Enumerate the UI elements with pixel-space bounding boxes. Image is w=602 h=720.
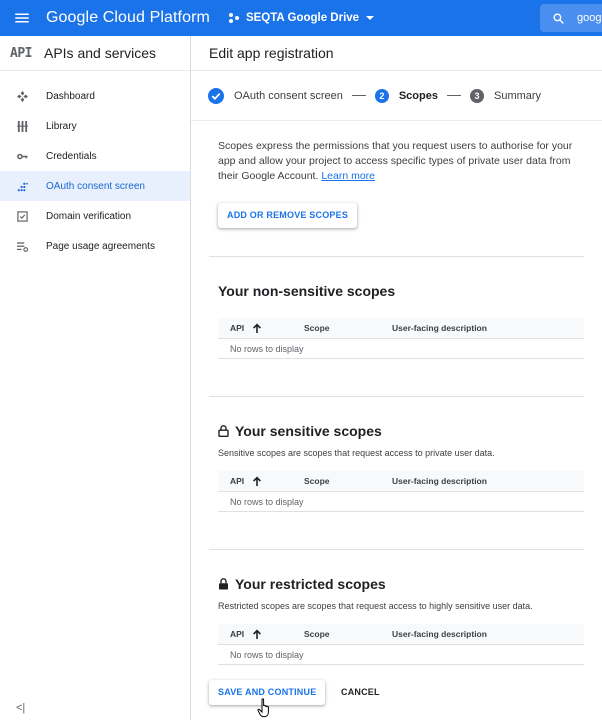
scopes-table-non-sensitive: API Scope User-facing description No row…	[218, 318, 584, 359]
column-header-scope: Scope	[304, 476, 330, 486]
intro-text: Scopes express the permissions that you …	[218, 140, 573, 182]
section-divider	[209, 549, 584, 550]
column-header-scope: Scope	[304, 323, 330, 333]
step-number-badge: 3	[469, 88, 484, 103]
section-divider	[209, 256, 584, 257]
sidebar-item-oauth-consent-screen[interactable]: OAuth consent screen	[0, 171, 190, 201]
sidebar-item-page-usage-agreements[interactable]: Page usage agreements	[0, 231, 190, 261]
collapse-icon[interactable]: <|	[16, 702, 25, 714]
column-header-api[interactable]: API	[230, 629, 262, 639]
sidebar-item-dashboard[interactable]: Dashboard	[0, 81, 190, 111]
arrow-up-icon	[253, 323, 262, 333]
main-content: Edit app registration OAuth consent scre…	[191, 36, 602, 720]
menu-icon[interactable]	[0, 0, 44, 36]
column-header-description: User-facing description	[392, 476, 487, 486]
learn-more-link[interactable]: Learn more	[321, 170, 375, 182]
table-header: API Scope User-facing description	[218, 471, 584, 492]
settings-list-icon	[16, 241, 28, 252]
table-header: API Scope User-facing description	[218, 318, 584, 339]
sidebar-item-label: OAuth consent screen	[46, 180, 145, 192]
empty-table-message: No rows to display	[218, 492, 584, 512]
sidebar-item-label: Library	[46, 120, 77, 132]
step-connector	[446, 95, 461, 96]
column-header-description: User-facing description	[392, 629, 487, 639]
sidebar-header: API APIs and services	[0, 36, 190, 71]
api-logo: API	[10, 45, 32, 61]
sidebar-item-domain-verification[interactable]: Domain verification	[0, 201, 190, 231]
sidebar-item-credentials[interactable]: Credentials	[0, 141, 190, 171]
column-header-scope: Scope	[304, 629, 330, 639]
lock-open-icon	[218, 425, 229, 437]
step-number-badge: 2	[374, 88, 389, 103]
key-icon	[16, 153, 28, 159]
step-connector	[351, 95, 366, 96]
step-scopes[interactable]: Scopes	[399, 90, 438, 102]
check-circle-icon	[208, 87, 224, 104]
project-icon	[228, 13, 239, 23]
scopes-table-sensitive: API Scope User-facing description No row…	[218, 471, 584, 512]
scopes-table-restricted: API Scope User-facing description No row…	[218, 624, 584, 665]
checkbox-icon	[16, 210, 28, 222]
sidebar-item-label: Dashboard	[46, 90, 95, 102]
stepper: OAuth consent screen 2 Scopes 3 Summary	[191, 71, 602, 121]
section-description: Sensitive scopes are scopes that request…	[218, 448, 495, 458]
column-header-api[interactable]: API	[230, 323, 262, 333]
arrow-up-icon	[253, 629, 262, 639]
search-icon	[553, 12, 564, 24]
section-title-sensitive: Your sensitive scopes	[218, 423, 584, 439]
sidebar-item-label: Page usage agreements	[46, 240, 155, 252]
scopes-intro: Scopes express the permissions that you …	[218, 139, 584, 184]
section-title: Your non-sensitive scopes	[218, 283, 396, 299]
column-header-description: User-facing description	[392, 323, 487, 333]
section-title-restricted: Your restricted scopes	[218, 576, 584, 592]
top-app-bar: Google Cloud Platform SEQTA Google Drive…	[0, 0, 602, 36]
hand-cursor-icon	[257, 698, 269, 718]
lock-icon	[219, 578, 228, 590]
sidebar-title: APIs and services	[43, 45, 157, 61]
sidebar-item-label: Domain verification	[46, 210, 132, 222]
project-name: SEQTA Google Drive	[245, 12, 360, 24]
brand-title[interactable]: Google Cloud Platform	[46, 9, 210, 27]
chevron-down-icon	[366, 16, 375, 20]
arrow-up-icon	[253, 476, 262, 486]
section-description: Restricted scopes are scopes that reques…	[218, 601, 533, 611]
page-title: Edit app registration	[191, 36, 602, 71]
sidebar-item-label: Credentials	[46, 150, 97, 162]
project-selector[interactable]: SEQTA Google Drive	[228, 12, 375, 24]
search-box[interactable]: goog	[540, 4, 602, 32]
sidebar: API APIs and services Dashboard Library …	[0, 36, 191, 720]
add-or-remove-scopes-button[interactable]: ADD OR REMOVE SCOPES	[218, 203, 358, 228]
dashboard-icon	[16, 90, 28, 102]
search-input[interactable]: goog	[577, 12, 601, 24]
empty-table-message: No rows to display	[218, 645, 584, 665]
oauth-icon	[17, 182, 28, 191]
cancel-button[interactable]: CANCEL	[341, 680, 380, 705]
table-header: API Scope User-facing description	[218, 624, 584, 645]
step-summary[interactable]: Summary	[494, 90, 541, 102]
library-icon	[16, 120, 28, 132]
column-header-api[interactable]: API	[230, 476, 262, 486]
section-divider	[209, 396, 584, 397]
step-oauth-consent-screen[interactable]: OAuth consent screen	[234, 90, 343, 102]
empty-table-message: No rows to display	[218, 339, 584, 359]
sidebar-item-library[interactable]: Library	[0, 111, 190, 141]
